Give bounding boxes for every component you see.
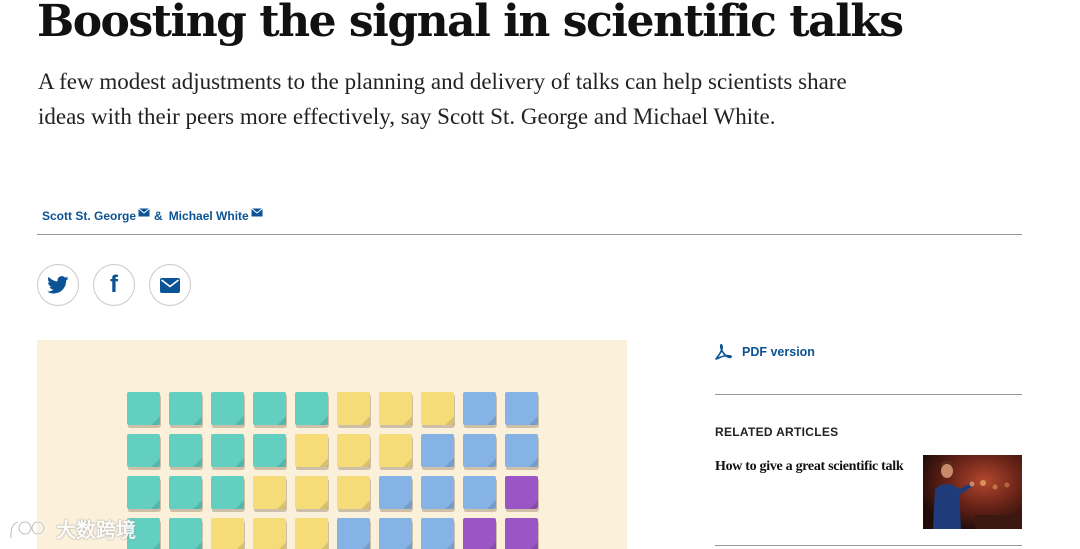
author-name: Michael White (168, 209, 249, 223)
sticky-note (379, 518, 412, 549)
sticky-note (505, 392, 538, 425)
sticky-note (463, 518, 496, 549)
sticky-note (127, 392, 160, 425)
share-twitter-button[interactable] (37, 264, 79, 306)
sticky-note (463, 476, 496, 509)
sticky-note (253, 518, 286, 549)
sticky-note (211, 518, 244, 549)
sticky-note (421, 476, 454, 509)
author-separator: & (154, 209, 163, 223)
sticky-note (379, 434, 412, 467)
sticky-note (127, 434, 160, 467)
author-link-michael[interactable]: Michael White (169, 209, 249, 223)
sidebar-divider (715, 545, 1022, 546)
envelope-icon[interactable] (138, 207, 150, 217)
envelope-icon (160, 277, 180, 293)
related-articles-heading: RELATED ARTICLES (715, 425, 839, 439)
author-name: Scott St. George (42, 209, 137, 223)
pdf-version-link[interactable]: PDF version (713, 341, 815, 363)
sticky-note (463, 392, 496, 425)
sticky-note (379, 476, 412, 509)
sticky-note (211, 392, 244, 425)
envelope-icon[interactable] (250, 207, 263, 217)
share-email-button[interactable] (149, 264, 191, 306)
sticky-note (211, 434, 244, 467)
sticky-note (421, 392, 454, 425)
sticky-note (295, 434, 328, 467)
speaker-image (923, 455, 1022, 529)
sticky-note (337, 392, 370, 425)
sticky-note (421, 518, 454, 549)
sticky-note (379, 392, 412, 425)
twitter-icon (47, 276, 69, 294)
facebook-icon: f (110, 271, 118, 298)
sticky-note (505, 434, 538, 467)
sticky-note (169, 434, 202, 467)
author-list: Scott St. George & Michael White (42, 206, 263, 226)
article-standfirst: A few modest adjustments to the planning… (38, 69, 847, 129)
sticky-note (169, 518, 202, 549)
share-facebook-button[interactable]: f (93, 264, 135, 306)
sticky-note (169, 476, 202, 509)
sidebar-divider (715, 394, 1022, 395)
sticky-note (295, 392, 328, 425)
article-headline: Boosting the signal in scientific talks (37, 0, 904, 47)
sticky-note (337, 518, 370, 549)
sticky-note (505, 518, 538, 549)
sticky-note (295, 476, 328, 509)
watermark: 大数跨境 (8, 514, 136, 543)
author-link-scott[interactable]: Scott St. George (42, 209, 136, 223)
sticky-note (337, 476, 370, 509)
sticky-note (169, 392, 202, 425)
watermark-text: 大数跨境 (56, 518, 136, 542)
sticky-note (253, 434, 286, 467)
sticky-note (253, 392, 286, 425)
sticky-note (505, 476, 538, 509)
sticky-note (253, 476, 286, 509)
sticky-note (127, 476, 160, 509)
sticky-note (295, 518, 328, 549)
pdf-icon (715, 343, 732, 360)
watermark-logo-icon (9, 520, 46, 538)
pdf-version-label: PDF version (742, 345, 815, 359)
related-article-link[interactable]: How to give a great scientific talk (715, 456, 910, 477)
sticky-note (337, 434, 370, 467)
related-article-thumbnail[interactable] (923, 455, 1022, 529)
sticky-note (421, 434, 454, 467)
sticky-note (211, 476, 244, 509)
header-divider (37, 234, 1022, 235)
sticky-note (463, 434, 496, 467)
